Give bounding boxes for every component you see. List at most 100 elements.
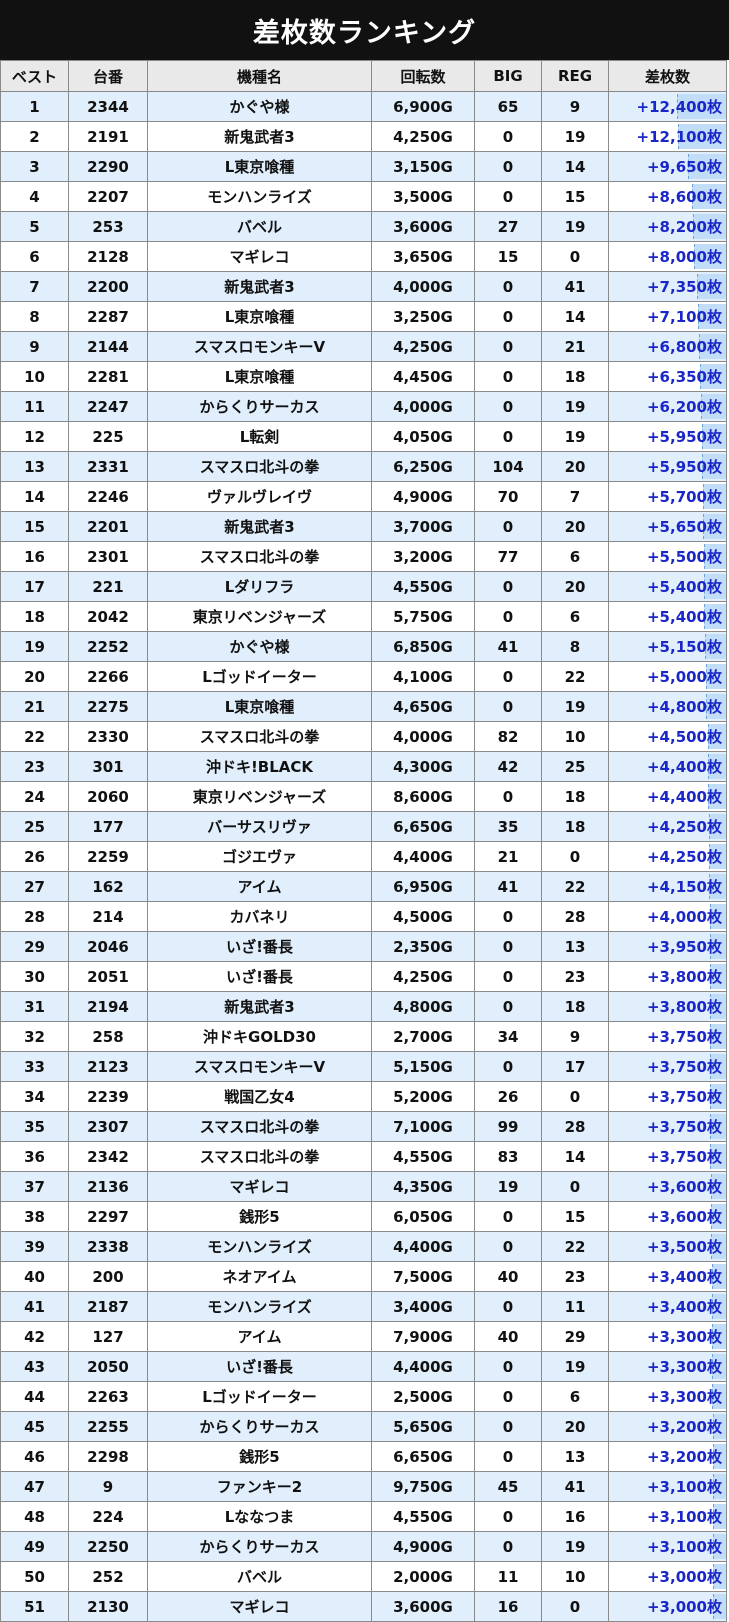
diff-value: +3,750枚: [646, 1028, 722, 1046]
cell-model: Lゴッドイーター: [147, 1381, 372, 1412]
cell-reg: 6: [541, 601, 609, 632]
cell-reg: 14: [541, 1141, 609, 1172]
table-row[interactable]: 16 2301 スマスロ北斗の拳 3,200G 77 6 +5,500枚: [0, 541, 727, 572]
table-row[interactable]: 22 2330 スマスロ北斗の拳 4,000G 82 10 +4,500枚: [0, 721, 727, 752]
table-row[interactable]: 17 221 Lダリフラ 4,550G 0 20 +5,400枚: [0, 571, 727, 602]
table-row[interactable]: 1 2344 かぐや様 6,900G 65 9 +12,400枚: [0, 91, 727, 122]
table-row[interactable]: 47 9 ファンキー2 9,750G 45 41 +3,100枚: [0, 1471, 727, 1502]
diff-value: +6,200枚: [646, 398, 722, 416]
cell-big: 0: [474, 991, 542, 1022]
table-row[interactable]: 36 2342 スマスロ北斗の拳 4,550G 83 14 +3,750枚: [0, 1141, 727, 1172]
cell-machine-no: 301: [68, 751, 148, 782]
table-row[interactable]: 13 2331 スマスロ北斗の拳 6,250G 104 20 +5,950枚: [0, 451, 727, 482]
table-row[interactable]: 49 2250 からくりサーカス 4,900G 0 19 +3,100枚: [0, 1531, 727, 1562]
table-row[interactable]: 11 2247 からくりサーカス 4,000G 0 19 +6,200枚: [0, 391, 727, 422]
table-row[interactable]: 40 200 ネオアイム 7,500G 40 23 +3,400枚: [0, 1261, 727, 1292]
cell-reg: 22: [541, 871, 609, 902]
diff-value: +5,950枚: [646, 428, 722, 446]
table-row[interactable]: 26 2259 ゴジエヴァ 4,400G 21 0 +4,250枚: [0, 841, 727, 872]
table-row[interactable]: 19 2252 かぐや様 6,850G 41 8 +5,150枚: [0, 631, 727, 662]
cell-big: 0: [474, 961, 542, 992]
cell-spins: 6,650G: [371, 811, 475, 842]
header-machine-no[interactable]: 台番: [68, 60, 148, 92]
table-row[interactable]: 51 2130 マギレコ 3,600G 16 0 +3,000枚: [0, 1591, 727, 1622]
header-diff[interactable]: 差枚数: [608, 60, 727, 92]
table-row[interactable]: 25 177 バーサスリヴァ 6,650G 35 18 +4,250枚: [0, 811, 727, 842]
cell-model: 戦国乙女4: [147, 1081, 372, 1112]
table-row[interactable]: 20 2266 Lゴッドイーター 4,100G 0 22 +5,000枚: [0, 661, 727, 692]
table-row[interactable]: 12 225 L転剣 4,050G 0 19 +5,950枚: [0, 421, 727, 452]
table-row[interactable]: 21 2275 L東京喰種 4,650G 0 19 +4,800枚: [0, 691, 727, 722]
cell-model: いざ!番長: [147, 1351, 372, 1382]
cell-diff: +8,600枚: [608, 181, 727, 212]
header-big[interactable]: BIG: [474, 60, 542, 92]
table-row[interactable]: 10 2281 L東京喰種 4,450G 0 18 +6,350枚: [0, 361, 727, 392]
table-row[interactable]: 50 252 バベル 2,000G 11 10 +3,000枚: [0, 1561, 727, 1592]
cell-rank: 15: [0, 511, 69, 542]
table-row[interactable]: 33 2123 スマスロモンキーV 5,150G 0 17 +3,750枚: [0, 1051, 727, 1082]
cell-machine-no: 2255: [68, 1411, 148, 1442]
table-row[interactable]: 8 2287 L東京喰種 3,250G 0 14 +7,100枚: [0, 301, 727, 332]
header-rank[interactable]: ベスト: [0, 60, 69, 92]
cell-model: 新鬼武者3: [147, 991, 372, 1022]
cell-rank: 19: [0, 631, 69, 662]
cell-model: L東京喰種: [147, 301, 372, 332]
table-row[interactable]: 7 2200 新鬼武者3 4,000G 0 41 +7,350枚: [0, 271, 727, 302]
table-row[interactable]: 41 2187 モンハンライズ 3,400G 0 11 +3,400枚: [0, 1291, 727, 1322]
table-row[interactable]: 4 2207 モンハンライズ 3,500G 0 15 +8,600枚: [0, 181, 727, 212]
cell-spins: 2,350G: [371, 931, 475, 962]
table-row[interactable]: 38 2297 銭形5 6,050G 0 15 +3,600枚: [0, 1201, 727, 1232]
table-row[interactable]: 34 2239 戦国乙女4 5,200G 26 0 +3,750枚: [0, 1081, 727, 1112]
table-row[interactable]: 14 2246 ヴァルヴレイヴ 4,900G 70 7 +5,700枚: [0, 481, 727, 512]
table-row[interactable]: 6 2128 マギレコ 3,650G 15 0 +8,000枚: [0, 241, 727, 272]
table-row[interactable]: 46 2298 銭形5 6,650G 0 13 +3,200枚: [0, 1441, 727, 1472]
diff-value: +3,750枚: [646, 1058, 722, 1076]
cell-model: 東京リベンジャーズ: [147, 601, 372, 632]
diff-value: +8,000枚: [646, 248, 722, 266]
cell-diff: +6,200枚: [608, 391, 727, 422]
table-row[interactable]: 2 2191 新鬼武者3 4,250G 0 19 +12,100枚: [0, 121, 727, 152]
table-row[interactable]: 9 2144 スマスロモンキーV 4,250G 0 21 +6,800枚: [0, 331, 727, 362]
table-row[interactable]: 42 127 アイム 7,900G 40 29 +3,300枚: [0, 1321, 727, 1352]
cell-reg: 15: [541, 181, 609, 212]
table-row[interactable]: 27 162 アイム 6,950G 41 22 +4,150枚: [0, 871, 727, 902]
cell-machine-no: 2338: [68, 1231, 148, 1262]
table-row[interactable]: 29 2046 いざ!番長 2,350G 0 13 +3,950枚: [0, 931, 727, 962]
table-row[interactable]: 15 2201 新鬼武者3 3,700G 0 20 +5,650枚: [0, 511, 727, 542]
diff-value: +12,100枚: [636, 128, 722, 146]
table-row[interactable]: 43 2050 いざ!番長 4,400G 0 19 +3,300枚: [0, 1351, 727, 1382]
cell-machine-no: 2342: [68, 1141, 148, 1172]
table-row[interactable]: 31 2194 新鬼武者3 4,800G 0 18 +3,800枚: [0, 991, 727, 1022]
table-row[interactable]: 5 253 バベル 3,600G 27 19 +8,200枚: [0, 211, 727, 242]
table-row[interactable]: 32 258 沖ドキGOLD30 2,700G 34 9 +3,750枚: [0, 1021, 727, 1052]
cell-spins: 4,400G: [371, 1351, 475, 1382]
table-row[interactable]: 39 2338 モンハンライズ 4,400G 0 22 +3,500枚: [0, 1231, 727, 1262]
table-row[interactable]: 3 2290 L東京喰種 3,150G 0 14 +9,650枚: [0, 151, 727, 182]
cell-machine-no: 2297: [68, 1201, 148, 1232]
cell-spins: 4,350G: [371, 1171, 475, 1202]
cell-machine-no: 2252: [68, 631, 148, 662]
table-row[interactable]: 30 2051 いざ!番長 4,250G 0 23 +3,800枚: [0, 961, 727, 992]
cell-model: スマスロ北斗の拳: [147, 721, 372, 752]
header-model[interactable]: 機種名: [147, 60, 372, 92]
cell-model: モンハンライズ: [147, 181, 372, 212]
cell-big: 0: [474, 271, 542, 302]
table-row[interactable]: 18 2042 東京リベンジャーズ 5,750G 0 6 +5,400枚: [0, 601, 727, 632]
table-row[interactable]: 45 2255 からくりサーカス 5,650G 0 20 +3,200枚: [0, 1411, 727, 1442]
cell-diff: +3,100枚: [608, 1531, 727, 1562]
table-row[interactable]: 37 2136 マギレコ 4,350G 19 0 +3,600枚: [0, 1171, 727, 1202]
table-row[interactable]: 28 214 カバネリ 4,500G 0 28 +4,000枚: [0, 901, 727, 932]
header-reg[interactable]: REG: [541, 60, 609, 92]
cell-machine-no: 2298: [68, 1441, 148, 1472]
cell-reg: 20: [541, 571, 609, 602]
cell-reg: 28: [541, 1111, 609, 1142]
cell-model: バーサスリヴァ: [147, 811, 372, 842]
table-row[interactable]: 44 2263 Lゴッドイーター 2,500G 0 6 +3,300枚: [0, 1381, 727, 1412]
table-row[interactable]: 24 2060 東京リベンジャーズ 8,600G 0 18 +4,400枚: [0, 781, 727, 812]
cell-big: 0: [474, 1291, 542, 1322]
table-row[interactable]: 35 2307 スマスロ北斗の拳 7,100G 99 28 +3,750枚: [0, 1111, 727, 1142]
table-row[interactable]: 48 224 Lななつま 4,550G 0 16 +3,100枚: [0, 1501, 727, 1532]
header-spins[interactable]: 回転数: [371, 60, 475, 92]
cell-reg: 23: [541, 1261, 609, 1292]
table-row[interactable]: 23 301 沖ドキ!BLACK 4,300G 42 25 +4,400枚: [0, 751, 727, 782]
